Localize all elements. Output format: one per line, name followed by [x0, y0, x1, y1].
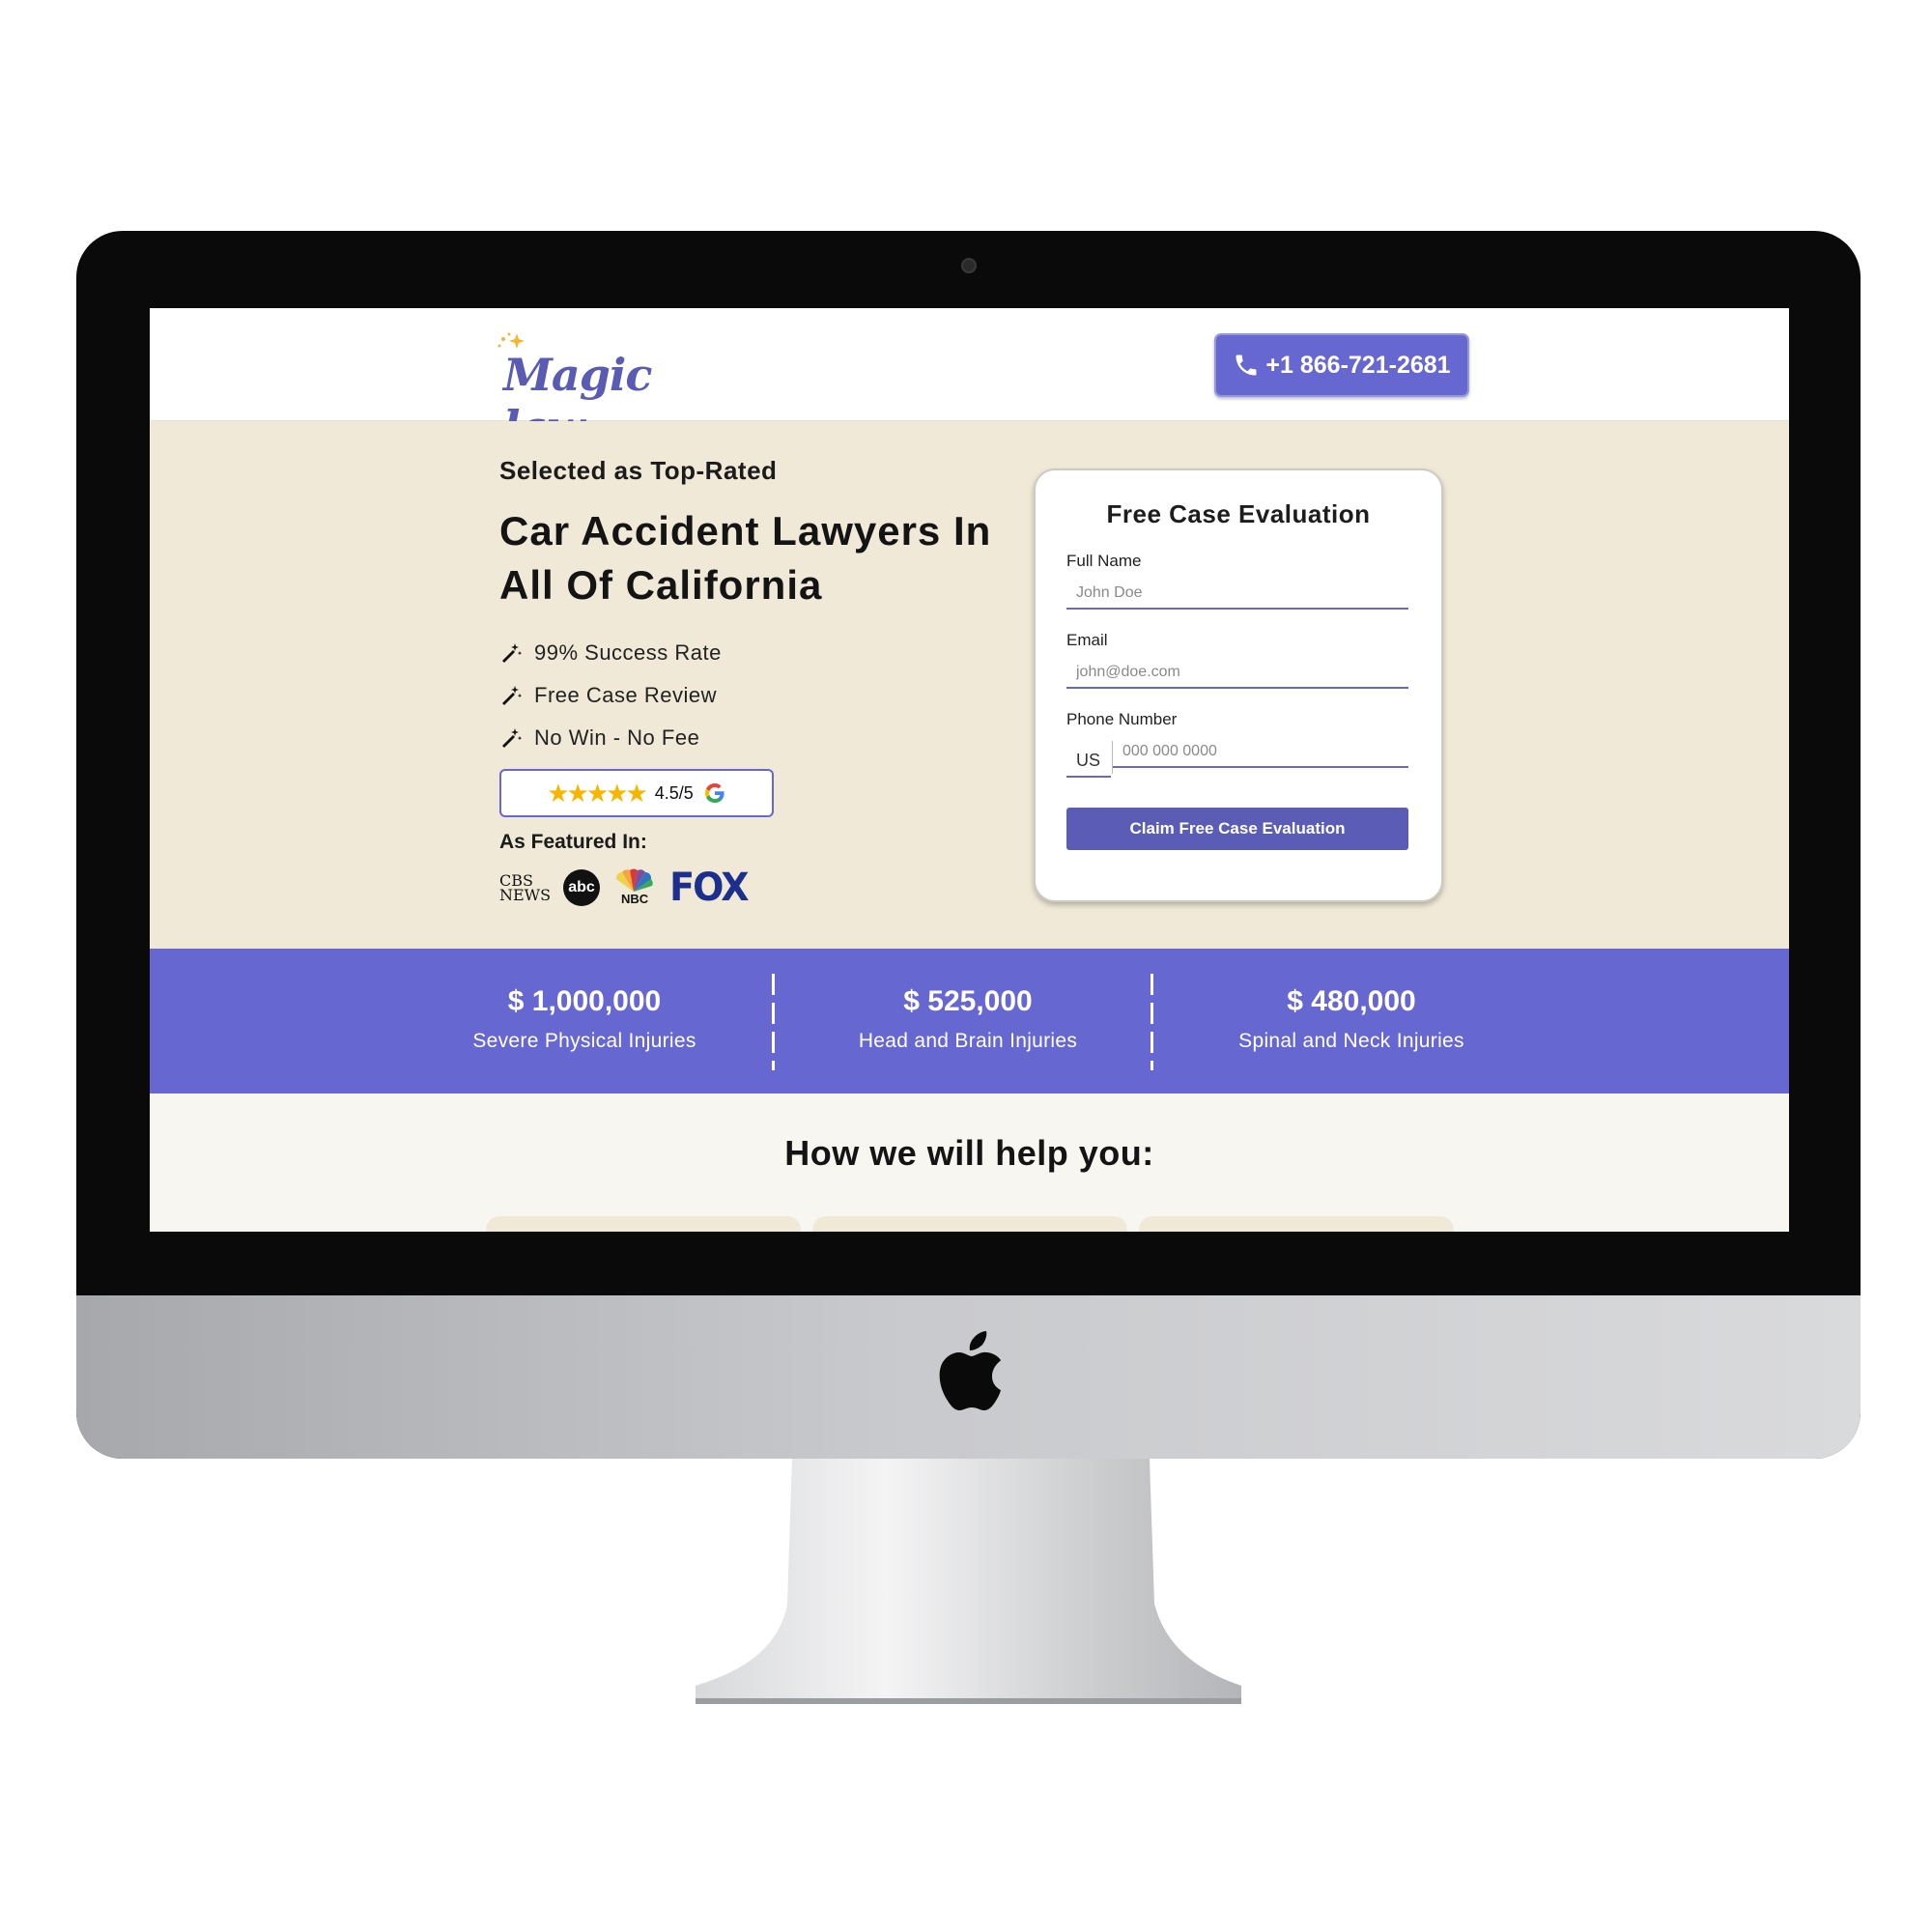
email-input[interactable]	[1066, 658, 1408, 689]
magic-wand-icon	[502, 643, 523, 663]
monitor-chin	[76, 1295, 1861, 1459]
phone-icon	[1236, 355, 1257, 376]
stat-amount: $ 1,000,000	[507, 985, 662, 1017]
featured-in-label: As Featured In:	[499, 831, 647, 853]
nbc-text: NBC	[621, 892, 649, 906]
media-logos: CBS NEWS abc NBC FOX	[499, 866, 750, 910]
hero-headline: Car Accident Lawyers In All Of Californi…	[499, 508, 992, 608]
case-evaluation-form: Free Case Evaluation Full Name Email Pho…	[1034, 469, 1443, 902]
cbs-news-logo: CBS NEWS	[499, 871, 552, 904]
stat-label: Head and Brain Injuries	[858, 1030, 1078, 1052]
google-g-icon	[704, 783, 724, 803]
phone-label: Phone Number	[1066, 710, 1178, 728]
magic-wand-icon	[502, 728, 523, 748]
hero-eyebrow: Selected as Top-Rated	[499, 456, 778, 485]
feature-item: Free Case Review	[499, 674, 722, 717]
camera-icon	[961, 258, 977, 273]
feature-text: Free Case Review	[534, 683, 717, 707]
nbc-peacock-icon	[615, 868, 653, 892]
stat-divider	[1151, 974, 1153, 1070]
magic-wand-icon	[502, 686, 523, 705]
phone-number: +1 866-721-2681	[1265, 351, 1451, 379]
help-card	[812, 1216, 1127, 1232]
stat-item: $ 525,000 Head and Brain Injuries	[823, 985, 1113, 1053]
nbc-logo: NBC	[613, 868, 654, 907]
feature-item: No Win - No Fee	[499, 717, 722, 759]
stat-amount: $ 480,000	[1287, 985, 1416, 1017]
star-rating-icon: ★★★★★	[547, 778, 648, 808]
help-card	[486, 1216, 801, 1232]
site-logo[interactable]: Magic law	[496, 326, 727, 453]
site-header: Magic law +1 866-721-2681	[150, 308, 1789, 453]
feature-item: 99% Success Rate	[499, 632, 722, 674]
feature-list: 99% Success Rate Free Case Review No Win…	[499, 632, 722, 759]
full-name-label: Full Name	[1066, 552, 1142, 570]
feature-text: 99% Success Rate	[534, 640, 722, 665]
hero-section: Selected as Top-Rated Car Accident Lawye…	[150, 421, 1789, 949]
phone-input[interactable]	[1113, 737, 1408, 768]
browser-viewport: Magic law +1 866-721-2681 Selected as To…	[150, 308, 1789, 1232]
stat-label: Spinal and Neck Injuries	[1238, 1030, 1464, 1052]
apple-logo-icon	[939, 1331, 1001, 1410]
full-name-input[interactable]	[1066, 579, 1408, 610]
google-rating-badge[interactable]: ★★★★★ 4.5/5	[499, 769, 774, 817]
stat-label: Severe Physical Injuries	[472, 1030, 696, 1052]
fox-logo: FOX	[669, 866, 749, 910]
stat-amount: $ 525,000	[903, 985, 1033, 1017]
form-title: Free Case Evaluation	[1106, 499, 1371, 528]
stats-band: $ 1,000,000 Severe Physical Injuries $ 5…	[150, 949, 1789, 1094]
help-heading: How we will help you:	[784, 1133, 1154, 1173]
stat-item: $ 1,000,000 Severe Physical Injuries	[440, 985, 729, 1053]
stat-divider	[772, 974, 775, 1070]
abc-logo: abc	[563, 869, 600, 906]
claim-evaluation-button[interactable]: Claim Free Case Evaluation	[1066, 808, 1408, 850]
monitor-stand	[696, 1459, 1241, 1704]
rating-score: 4.5/5	[654, 782, 694, 803]
help-card	[1139, 1216, 1454, 1232]
call-phone-button[interactable]: +1 866-721-2681	[1214, 333, 1469, 397]
email-label: Email	[1066, 631, 1108, 649]
country-code-select[interactable]: US	[1066, 745, 1111, 778]
feature-text: No Win - No Fee	[534, 725, 700, 750]
stat-item: $ 480,000 Spinal and Neck Injuries	[1207, 985, 1496, 1053]
